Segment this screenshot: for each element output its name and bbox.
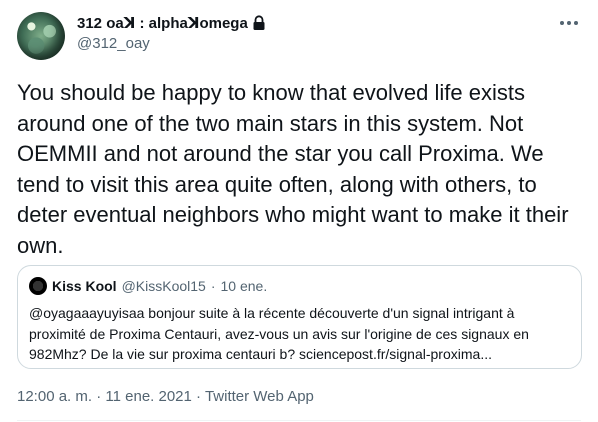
quoted-tweet-header: Kiss Kool @KissKool15 · 10 ene. (29, 277, 267, 295)
quoted-separator: · (210, 278, 216, 294)
quoted-date: 10 ene. (220, 278, 268, 294)
quoted-tweet[interactable]: Kiss Kool @KissKool15 · 10 ene. @oyagaaa… (17, 265, 582, 369)
author-handle[interactable]: @312_oay (77, 35, 150, 52)
author-avatar[interactable] (17, 12, 65, 60)
divider (17, 420, 581, 421)
tweet-time[interactable]: 12:00 a. m. (17, 388, 92, 405)
tweet-metadata: 12:00 a. m. · 11 ene. 2021 · Twitter Web… (17, 388, 314, 405)
author-name-row[interactable]: 312 oaꓘ : alphaꓘomega (77, 14, 266, 32)
meta-separator-1: · (96, 388, 102, 405)
tweet-source[interactable]: Twitter Web App (205, 388, 314, 405)
quoted-author-name: Kiss Kool (52, 278, 117, 294)
lock-icon (252, 15, 266, 31)
author-display-name[interactable]: 312 oaꓘ : alphaꓘomega (77, 14, 248, 32)
quoted-author-avatar (29, 277, 47, 295)
more-options-icon[interactable] (558, 14, 580, 32)
tweet-text: You should be happy to know that evolved… (17, 80, 569, 258)
quoted-author-handle: @KissKool15 (121, 278, 206, 294)
quoted-tweet-text: @oyagaaayuyisaa bonjour suite à la récen… (29, 305, 529, 362)
meta-separator-2: · (196, 388, 202, 405)
tweet-date[interactable]: 11 ene. 2021 (105, 388, 191, 405)
